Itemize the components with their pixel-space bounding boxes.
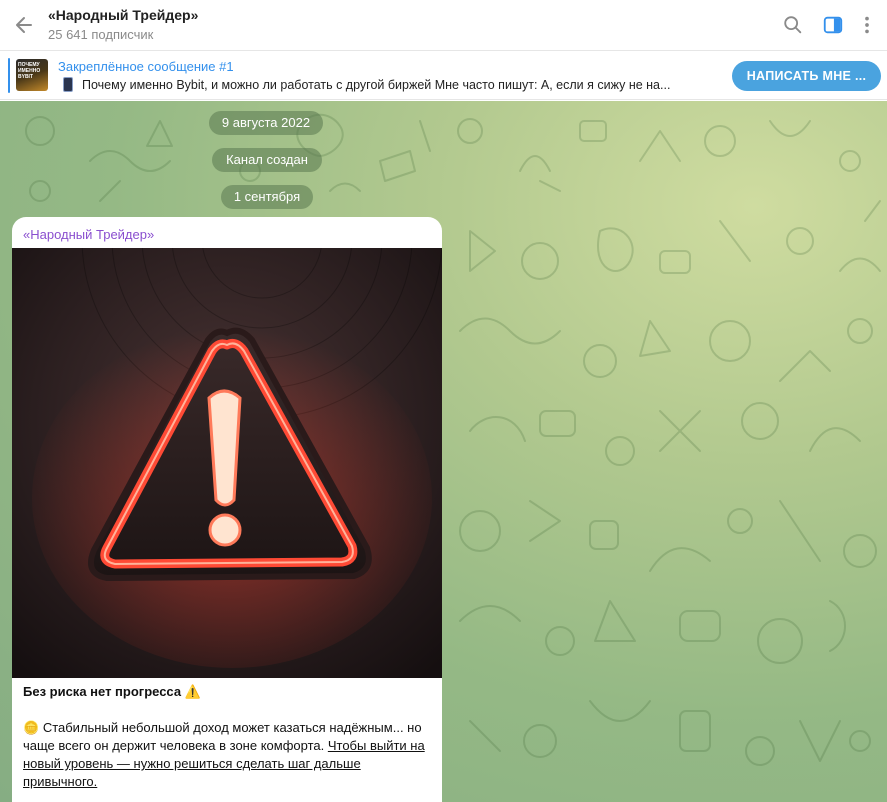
- post-body: 🪙 Стабильный небольшой доход может казат…: [23, 720, 425, 789]
- channel-title[interactable]: «Народный Трейдер»: [48, 7, 198, 23]
- pinned-title: Закреплённое сообщение #1: [58, 59, 234, 74]
- more-vertical-icon[interactable]: [856, 14, 878, 36]
- back-arrow-icon[interactable]: [12, 13, 36, 37]
- pinned-message-bar[interactable]: ПОЧЕМУ ИМЕННО BYBIT Закреплённое сообщен…: [0, 51, 887, 100]
- pinned-thumbnail: ПОЧЕМУ ИМЕННО BYBIT: [16, 59, 48, 91]
- post-image[interactable]: [12, 248, 442, 678]
- message-text: Без риска нет прогресса ⚠️ 🪙 Стабильный …: [23, 683, 433, 791]
- warning-icon: ⚠️: [184, 684, 201, 699]
- message-author[interactable]: «Народный Трейдер»: [23, 227, 154, 242]
- message-bubble[interactable]: «Народный Трейдер» Без риска нет прогрес…: [12, 217, 442, 802]
- search-icon[interactable]: [782, 14, 804, 36]
- coin-icon: 🪙: [23, 720, 40, 735]
- chat-header: «Народный Трейдер» 25 641 подписчик: [0, 0, 887, 51]
- write-me-button[interactable]: НАПИСАТЬ МНЕ ...: [732, 61, 881, 91]
- date-separator: 1 сентября: [221, 185, 313, 209]
- pinned-media-icon: [63, 77, 73, 92]
- pinned-thumbnail-text: ПОЧЕМУ ИМЕННО BYBIT: [18, 62, 41, 80]
- pinned-text: Почему именно Bybit, и можно ли работать…: [82, 78, 671, 92]
- post-heading: Без риска нет прогресса ⚠️: [23, 684, 201, 699]
- service-message: Канал создан: [212, 148, 322, 172]
- sidebar-toggle-icon[interactable]: [822, 14, 844, 36]
- pinned-indicator: [8, 58, 10, 93]
- date-separator: 9 августа 2022: [209, 111, 323, 135]
- subscriber-count: 25 641 подписчик: [48, 27, 154, 42]
- chat-area[interactable]: 9 августа 2022 Канал создан 1 сентября «…: [0, 101, 887, 802]
